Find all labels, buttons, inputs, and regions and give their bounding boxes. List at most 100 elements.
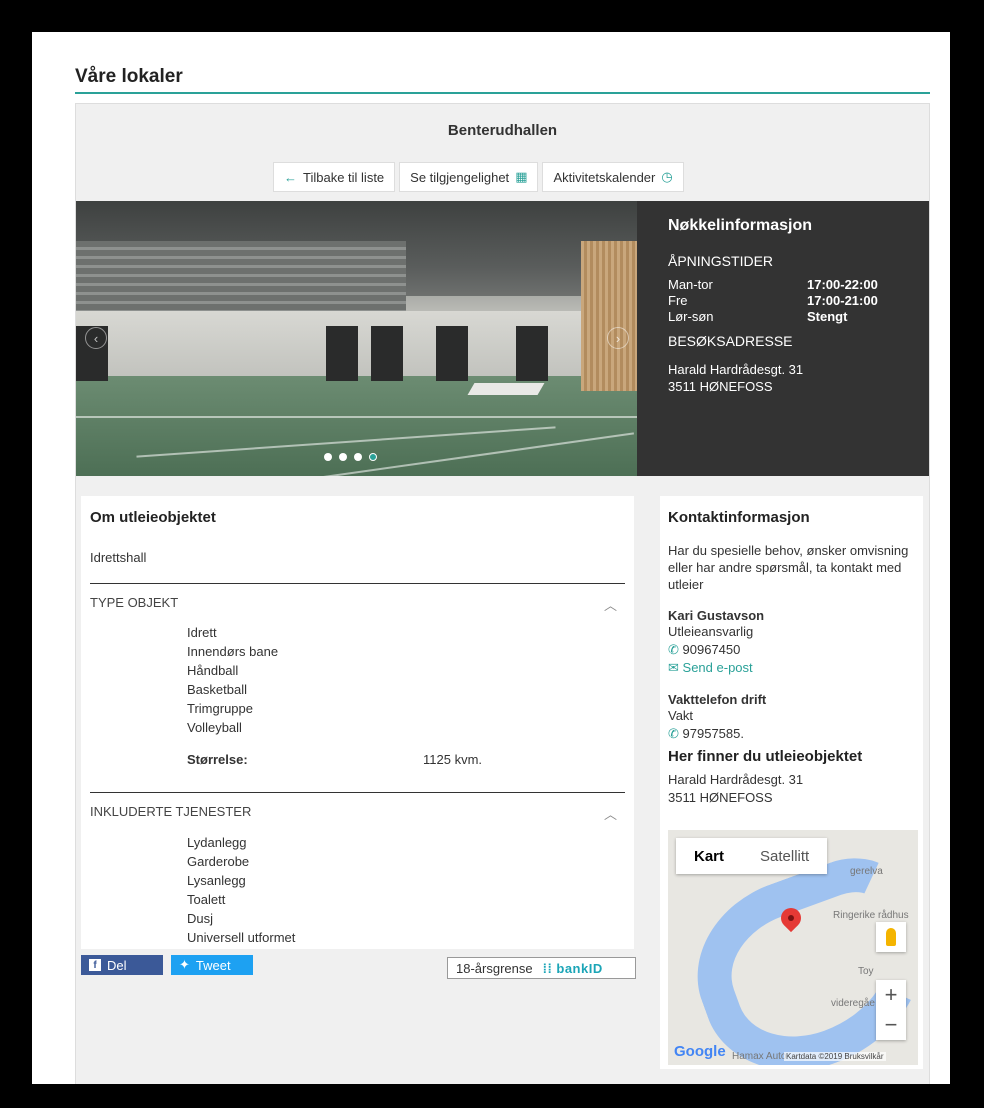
location-map[interactable]: Kart Satellitt gerelva Ringerike rådhus …: [668, 830, 918, 1065]
zoom-in-button[interactable]: +: [885, 982, 898, 1008]
contact-title: Kontaktinformasjon: [668, 509, 810, 526]
list-item: Lydanlegg: [187, 835, 247, 850]
about-title: Om utleieobjektet: [90, 509, 216, 526]
hall-balcony: [76, 241, 406, 311]
key-info-panel: Nøkkelinformasjon ÅPNINGSTIDER Man-tor 1…: [637, 201, 929, 476]
hours-row: Man-tor 17:00-22:00: [668, 277, 929, 293]
visit-address: Harald Hardrådesgt. 31 3511 HØNEFOSS: [668, 361, 929, 395]
list-item: Universell utformet: [187, 930, 296, 945]
services-section-title: INKLUDERTE TJENESTER: [90, 804, 252, 819]
phone-number: 90967450: [682, 642, 741, 657]
hall-door: [516, 326, 548, 381]
duty-phone-link[interactable]: ✆ 97957585.: [668, 725, 923, 743]
map-type-tabs: Kart Satellitt: [676, 838, 828, 874]
list-item: Håndball: [187, 663, 239, 678]
availability-label: Se tilgjengelighet: [410, 169, 510, 185]
back-to-list-button[interactable]: ← Tilbake til liste: [273, 162, 396, 192]
carousel-dot[interactable]: [324, 453, 332, 461]
location-line: Harald Hardrådesgt. 31: [668, 772, 804, 787]
hall-door: [436, 326, 468, 381]
facebook-icon: f: [89, 959, 101, 971]
size-label: Størrelse:: [187, 752, 248, 767]
list-item: Trimgruppe: [187, 701, 253, 716]
hall-door: [326, 326, 358, 381]
list-item: Idrett: [187, 625, 217, 640]
contact-phone-link[interactable]: ✆ 90967450: [668, 641, 923, 659]
back-to-list-label: Tilbake til liste: [303, 169, 385, 185]
size-value: 1125 kvm.: [423, 752, 483, 767]
carousel-dot[interactable]: [339, 453, 347, 461]
share-label: Del: [107, 957, 127, 973]
hours-row: Lør-søn Stengt: [668, 309, 929, 325]
hours-days: Fre: [668, 293, 688, 308]
duty-phone-number: 97957585.: [682, 726, 744, 741]
type-section: TYPE OBJEKT ︿: [90, 583, 625, 614]
clock-icon: ◷: [661, 169, 673, 184]
list-item: Dusj: [187, 911, 214, 926]
carousel-next-button[interactable]: ›: [607, 327, 629, 349]
list-item: Volleyball: [187, 720, 242, 735]
venue-panel: Benterudhallen ← Tilbake til liste Se ti…: [75, 103, 930, 1084]
services-section: INKLUDERTE TJENESTER ︿: [90, 792, 625, 823]
list-item: Toalett: [187, 892, 226, 907]
about-card: Om utleieobjektet Idrettshall TYPE OBJEK…: [81, 496, 634, 949]
hours-row: Fre 17:00-21:00: [668, 293, 929, 309]
list-item: Innendørs bane: [187, 644, 279, 659]
hours-time: 17:00-22:00: [807, 277, 878, 292]
chevron-up-icon[interactable]: ︿: [604, 595, 617, 614]
calendar-icon: ▦: [515, 169, 528, 184]
bankid-logo: ⁞⁞ bankID: [543, 961, 603, 976]
type-section-title: TYPE OBJEKT: [90, 595, 179, 610]
map-label: videregåe: [831, 998, 875, 1009]
map-label: Hamax Auto: [732, 1051, 787, 1062]
services-section-header[interactable]: INKLUDERTE TJENESTER ︿: [90, 793, 625, 823]
phone-icon: ✆: [668, 726, 679, 741]
availability-button[interactable]: Se tilgjengelighet ▦: [399, 162, 539, 192]
address-line: Harald Hardrådesgt. 31: [668, 362, 804, 377]
tweet-label: Tweet: [195, 957, 231, 973]
carousel-dot[interactable]: [354, 453, 362, 461]
map-tab-map[interactable]: Kart: [676, 838, 742, 874]
carousel-prev-button[interactable]: ‹: [85, 327, 107, 349]
list-item: Lysanlegg: [187, 873, 246, 888]
page-frame: Våre lokaler Benterudhallen ← Tilbake ti…: [32, 32, 950, 1084]
bankid-mark-icon: ⁞⁞: [542, 960, 557, 976]
envelope-icon: ✉: [668, 660, 679, 675]
zoom-out-button[interactable]: −: [885, 1012, 898, 1038]
map-label: Ringerike rådhus: [833, 910, 909, 921]
venue-name: Benterudhallen: [447, 122, 558, 139]
map-label: gerelva: [850, 866, 883, 877]
hall-wood-panel: [581, 241, 637, 391]
type-section-header[interactable]: TYPE OBJEKT ︿: [90, 584, 625, 614]
send-email-link[interactable]: ✉ Send e-post: [668, 659, 923, 677]
court-line: [76, 416, 637, 418]
page-title: Våre lokaler: [75, 66, 183, 87]
facebook-share-button[interactable]: f Del: [81, 955, 163, 975]
age-limit-label: 18-årsgrense: [456, 960, 533, 976]
address-line: 3511 HØNEFOSS: [668, 379, 773, 394]
services-list: Lydanlegg Garderobe Lysanlegg Toalett Du…: [187, 833, 295, 947]
type-list: Idrett Innendørs bane Håndball Basketbal…: [187, 623, 278, 737]
hours-days: Man-tor: [668, 277, 713, 292]
carousel-dot-active[interactable]: [369, 453, 377, 461]
street-view-pegman-icon[interactable]: [876, 922, 906, 952]
google-logo[interactable]: Google: [674, 1043, 726, 1060]
activity-calendar-label: Aktivitetskalender: [553, 169, 656, 185]
hours-days: Lør-søn: [668, 309, 714, 324]
phone-icon: ✆: [668, 642, 679, 657]
image-carousel[interactable]: ‹ ›: [76, 201, 637, 476]
map-tab-satellite[interactable]: Satellitt: [742, 838, 827, 874]
contact-person-name: Kari Gustavson: [668, 608, 765, 623]
activity-calendar-button[interactable]: Aktivitetskalender ◷: [542, 162, 684, 192]
tweet-button[interactable]: ✦ Tweet: [171, 955, 253, 975]
list-item: Garderobe: [187, 854, 250, 869]
object-type: Idrettshall: [90, 550, 147, 565]
contact-intro: Har du spesielle behov, ønsker omvisning…: [668, 543, 909, 592]
chevron-up-icon[interactable]: ︿: [604, 804, 617, 823]
visit-address-title: BESØKSADRESSE: [668, 333, 793, 349]
arrow-left-icon: ←: [284, 169, 297, 185]
duty-role: Vakt: [668, 708, 694, 723]
hours-time: Stengt: [807, 309, 848, 324]
bankid-age-button[interactable]: 18-årsgrense ⁞⁞ bankID: [447, 957, 636, 979]
map-attribution[interactable]: Kartdata ©2019 Bruksvilkår: [784, 1052, 886, 1061]
